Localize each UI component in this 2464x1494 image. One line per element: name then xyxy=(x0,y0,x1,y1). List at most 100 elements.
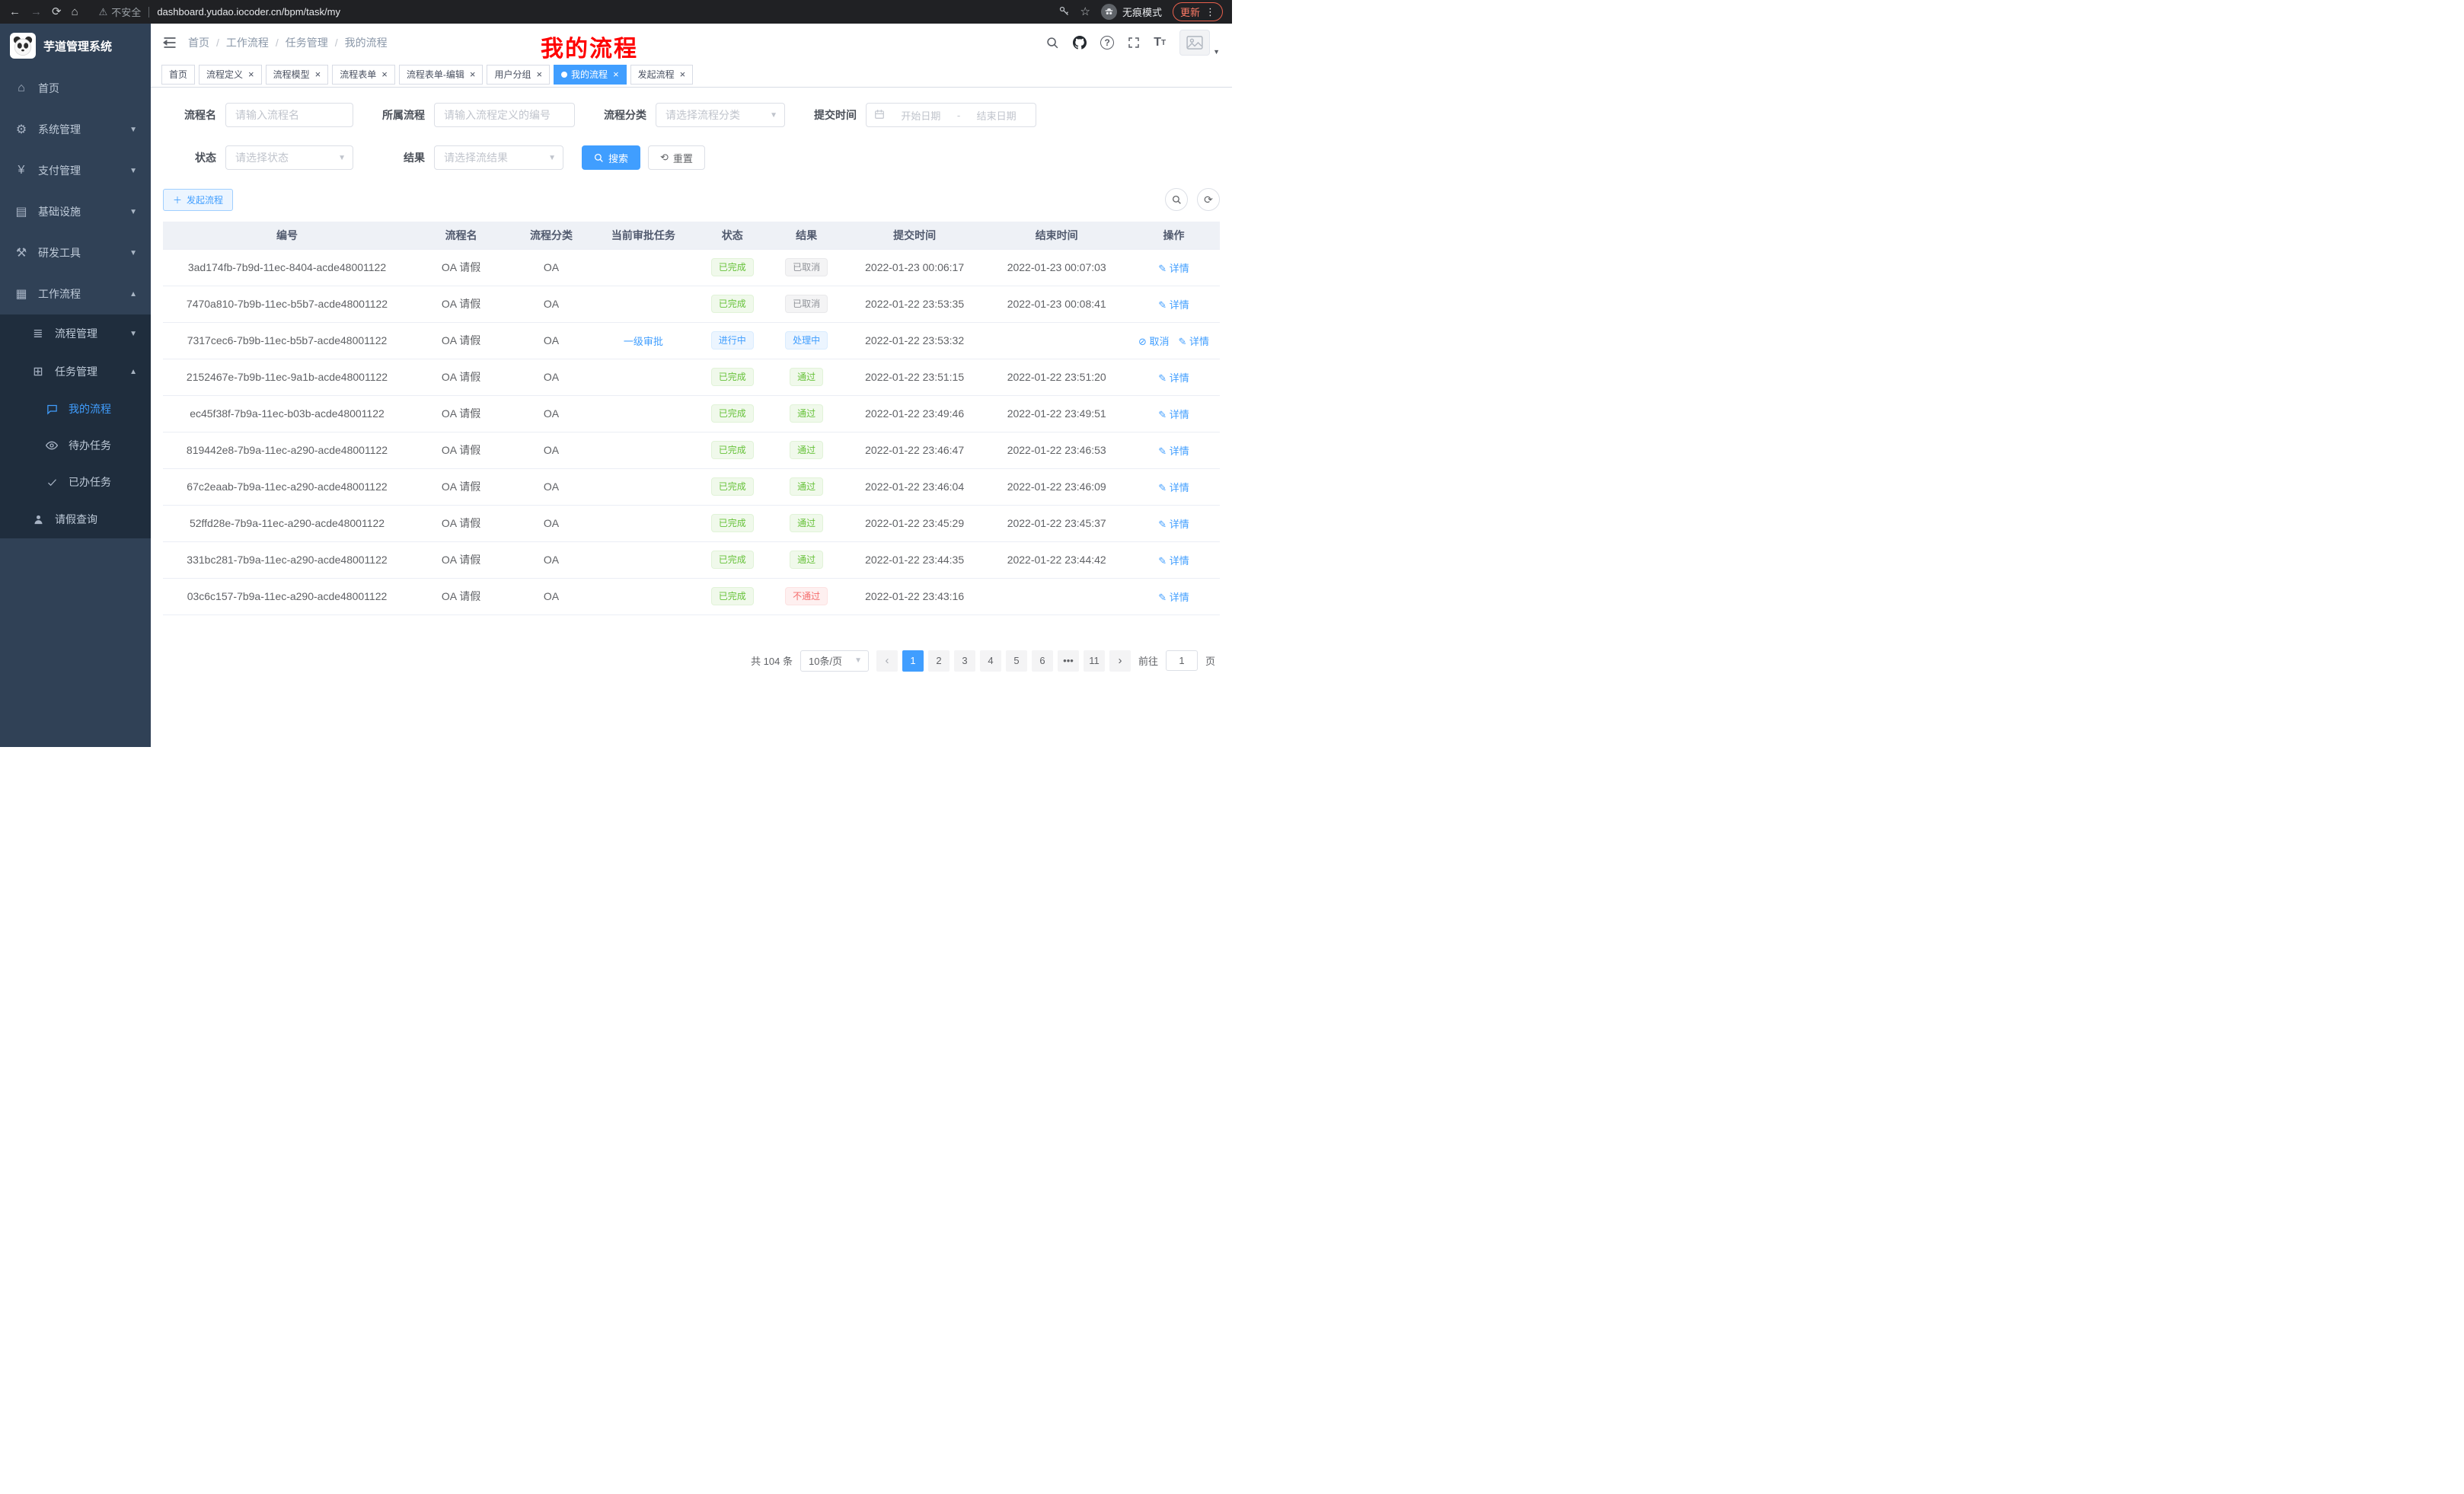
goto-page-input[interactable] xyxy=(1166,650,1198,671)
cell-end-time xyxy=(985,322,1128,359)
detail-action[interactable]: ✎ 详情 xyxy=(1158,299,1189,311)
category-select[interactable]: 请选择流程分类 ▼ xyxy=(656,103,785,127)
address-bar[interactable]: ⚠ 不安全 dashboard.yudao.iocoder.cn/bpm/tas… xyxy=(99,5,340,19)
tab-item[interactable]: 流程定义× xyxy=(199,65,262,85)
user-menu[interactable]: ▼ xyxy=(1179,30,1220,56)
create-process-button[interactable]: ＋ 发起流程 xyxy=(163,189,233,211)
breadcrumb-item[interactable]: 任务管理 xyxy=(286,35,328,50)
status-badge: 已完成 xyxy=(711,477,754,496)
calendar-icon xyxy=(874,109,885,122)
header-id: 编号 xyxy=(163,222,411,249)
detail-action[interactable]: ✎ 详情 xyxy=(1158,519,1189,530)
sidebar-item-home[interactable]: ⌂ 首页 xyxy=(0,68,151,109)
breadcrumb-item[interactable]: 工作流程 xyxy=(226,35,269,50)
cell-status: 已完成 xyxy=(695,249,769,286)
detail-action[interactable]: ✎ 详情 xyxy=(1178,336,1209,347)
page-button[interactable]: 2 xyxy=(928,650,950,672)
detail-action[interactable]: ✎ 详情 xyxy=(1158,409,1189,420)
help-icon[interactable]: ? xyxy=(1100,36,1114,49)
search-icon[interactable] xyxy=(1046,37,1059,49)
close-icon[interactable]: × xyxy=(680,69,686,79)
close-icon[interactable]: × xyxy=(381,69,388,79)
page-button[interactable]: 1 xyxy=(902,650,924,672)
sidebar-item-payment-mgmt[interactable]: ¥ 支付管理 ▼ xyxy=(0,150,151,191)
page-button[interactable]: 3 xyxy=(954,650,975,672)
field-label: 结果 xyxy=(372,150,425,165)
close-icon[interactable]: × xyxy=(315,69,321,79)
home-icon[interactable]: ⌂ xyxy=(72,6,78,18)
date-range-picker[interactable]: 开始日期 - 结束日期 xyxy=(866,103,1036,127)
close-icon[interactable]: × xyxy=(613,69,619,79)
sidebar-item-system-mgmt[interactable]: ⚙ 系统管理 ▼ xyxy=(0,109,151,150)
app-logo[interactable]: 芋道管理系统 xyxy=(0,24,151,68)
menu-label: 请假查询 xyxy=(55,512,97,527)
update-button[interactable]: 更新 ⋮ xyxy=(1173,2,1223,21)
sidebar-item-done-tasks[interactable]: 已办任务 xyxy=(0,464,151,500)
search-button[interactable]: 搜索 xyxy=(582,145,640,170)
sidebar-item-process-mgmt[interactable]: ≣ 流程管理 ▼ xyxy=(0,314,151,353)
github-icon[interactable] xyxy=(1073,36,1087,49)
back-icon[interactable]: ← xyxy=(9,6,21,18)
close-icon[interactable]: × xyxy=(248,69,254,79)
detail-action[interactable]: ✎ 详情 xyxy=(1158,555,1189,567)
forward-icon[interactable]: → xyxy=(30,6,42,18)
sidebar-item-my-process[interactable]: 我的流程 xyxy=(0,391,151,427)
sidebar-toggle-icon[interactable] xyxy=(163,37,177,49)
process-name-input[interactable] xyxy=(225,103,353,127)
font-size-icon[interactable]: TT xyxy=(1154,36,1166,49)
page-button[interactable]: 5 xyxy=(1006,650,1027,672)
header-status: 状态 xyxy=(695,222,769,249)
key-icon[interactable] xyxy=(1058,5,1070,19)
tab-item[interactable]: 流程表单× xyxy=(332,65,395,85)
page-size-select[interactable]: 10条/页 ▼ xyxy=(800,650,869,672)
page-button[interactable]: 6 xyxy=(1032,650,1053,672)
detail-action[interactable]: ✎ 详情 xyxy=(1158,592,1189,603)
more-pages-icon[interactable]: ••• xyxy=(1058,650,1079,672)
end-date-placeholder[interactable]: 结束日期 xyxy=(965,108,1028,123)
show-search-button[interactable] xyxy=(1165,188,1188,211)
status-select[interactable]: 请选择状态 ▼ xyxy=(225,145,353,170)
process-def-input[interactable] xyxy=(434,103,575,127)
result-select[interactable]: 请选择流结果 ▼ xyxy=(434,145,563,170)
sidebar-item-todo-tasks[interactable]: 待办任务 xyxy=(0,427,151,464)
sidebar-item-workflow[interactable]: ▦ 工作流程 ▲ xyxy=(0,273,151,314)
header-process-name: 流程名 xyxy=(411,222,511,249)
detail-action[interactable]: ✎ 详情 xyxy=(1158,482,1189,493)
sidebar-item-task-mgmt[interactable]: ⊞ 任务管理 ▲ xyxy=(0,353,151,391)
reload-icon[interactable]: ⟳ xyxy=(52,6,62,18)
close-icon[interactable]: × xyxy=(470,69,476,79)
sidebar-item-dev-tools[interactable]: ⚒ 研发工具 ▼ xyxy=(0,232,151,273)
table-tools: ⟳ xyxy=(1165,188,1220,211)
task-link[interactable]: 一级审批 xyxy=(624,336,663,347)
prev-page-button[interactable]: ‹ xyxy=(876,650,898,672)
refresh-table-button[interactable]: ⟳ xyxy=(1197,188,1220,211)
detail-action[interactable]: ✎ 详情 xyxy=(1158,372,1189,384)
security-warning[interactable]: ⚠ 不安全 xyxy=(99,5,142,19)
start-date-placeholder[interactable]: 开始日期 xyxy=(889,108,953,123)
next-page-button[interactable]: › xyxy=(1109,650,1131,672)
page-button[interactable]: 11 xyxy=(1084,650,1105,672)
tab-item[interactable]: 发起流程× xyxy=(630,65,694,85)
cancel-action[interactable]: ⊘ 取消 xyxy=(1138,336,1170,347)
cell-end-time: 2022-01-23 00:08:41 xyxy=(985,286,1128,322)
tab-item[interactable]: 首页 xyxy=(161,65,195,85)
fullscreen-icon[interactable] xyxy=(1128,37,1140,49)
reset-button[interactable]: ⟲ 重置 xyxy=(648,145,705,170)
chevron-up-icon: ▲ xyxy=(129,368,137,376)
status-badge: 已完成 xyxy=(711,441,754,459)
page-button[interactable]: 4 xyxy=(980,650,1001,672)
tab-item[interactable]: 流程模型× xyxy=(266,65,329,85)
app-window: 芋道管理系统 ⌂ 首页 ⚙ 系统管理 ▼ ¥ 支付管理 ▼ ▤ 基础设施 ▼ xyxy=(0,24,1232,747)
close-icon[interactable]: × xyxy=(536,69,542,79)
sidebar-item-leave-query[interactable]: 请假查询 xyxy=(0,500,151,538)
url-text[interactable]: dashboard.yudao.iocoder.cn/bpm/task/my xyxy=(157,6,340,18)
bookmark-star-icon[interactable]: ☆ xyxy=(1080,6,1090,18)
detail-action[interactable]: ✎ 详情 xyxy=(1158,263,1189,274)
sidebar-item-infrastructure[interactable]: ▤ 基础设施 ▼ xyxy=(0,191,151,232)
tab-item[interactable]: 流程表单-编辑× xyxy=(399,65,484,85)
detail-action[interactable]: ✎ 详情 xyxy=(1158,445,1189,457)
breadcrumb-item[interactable]: 首页 xyxy=(188,35,209,50)
tab-active[interactable]: 我的流程× xyxy=(554,65,627,85)
browser-menu-icon[interactable]: ⋮ xyxy=(1205,6,1215,18)
tab-item[interactable]: 用户分组× xyxy=(487,65,550,85)
